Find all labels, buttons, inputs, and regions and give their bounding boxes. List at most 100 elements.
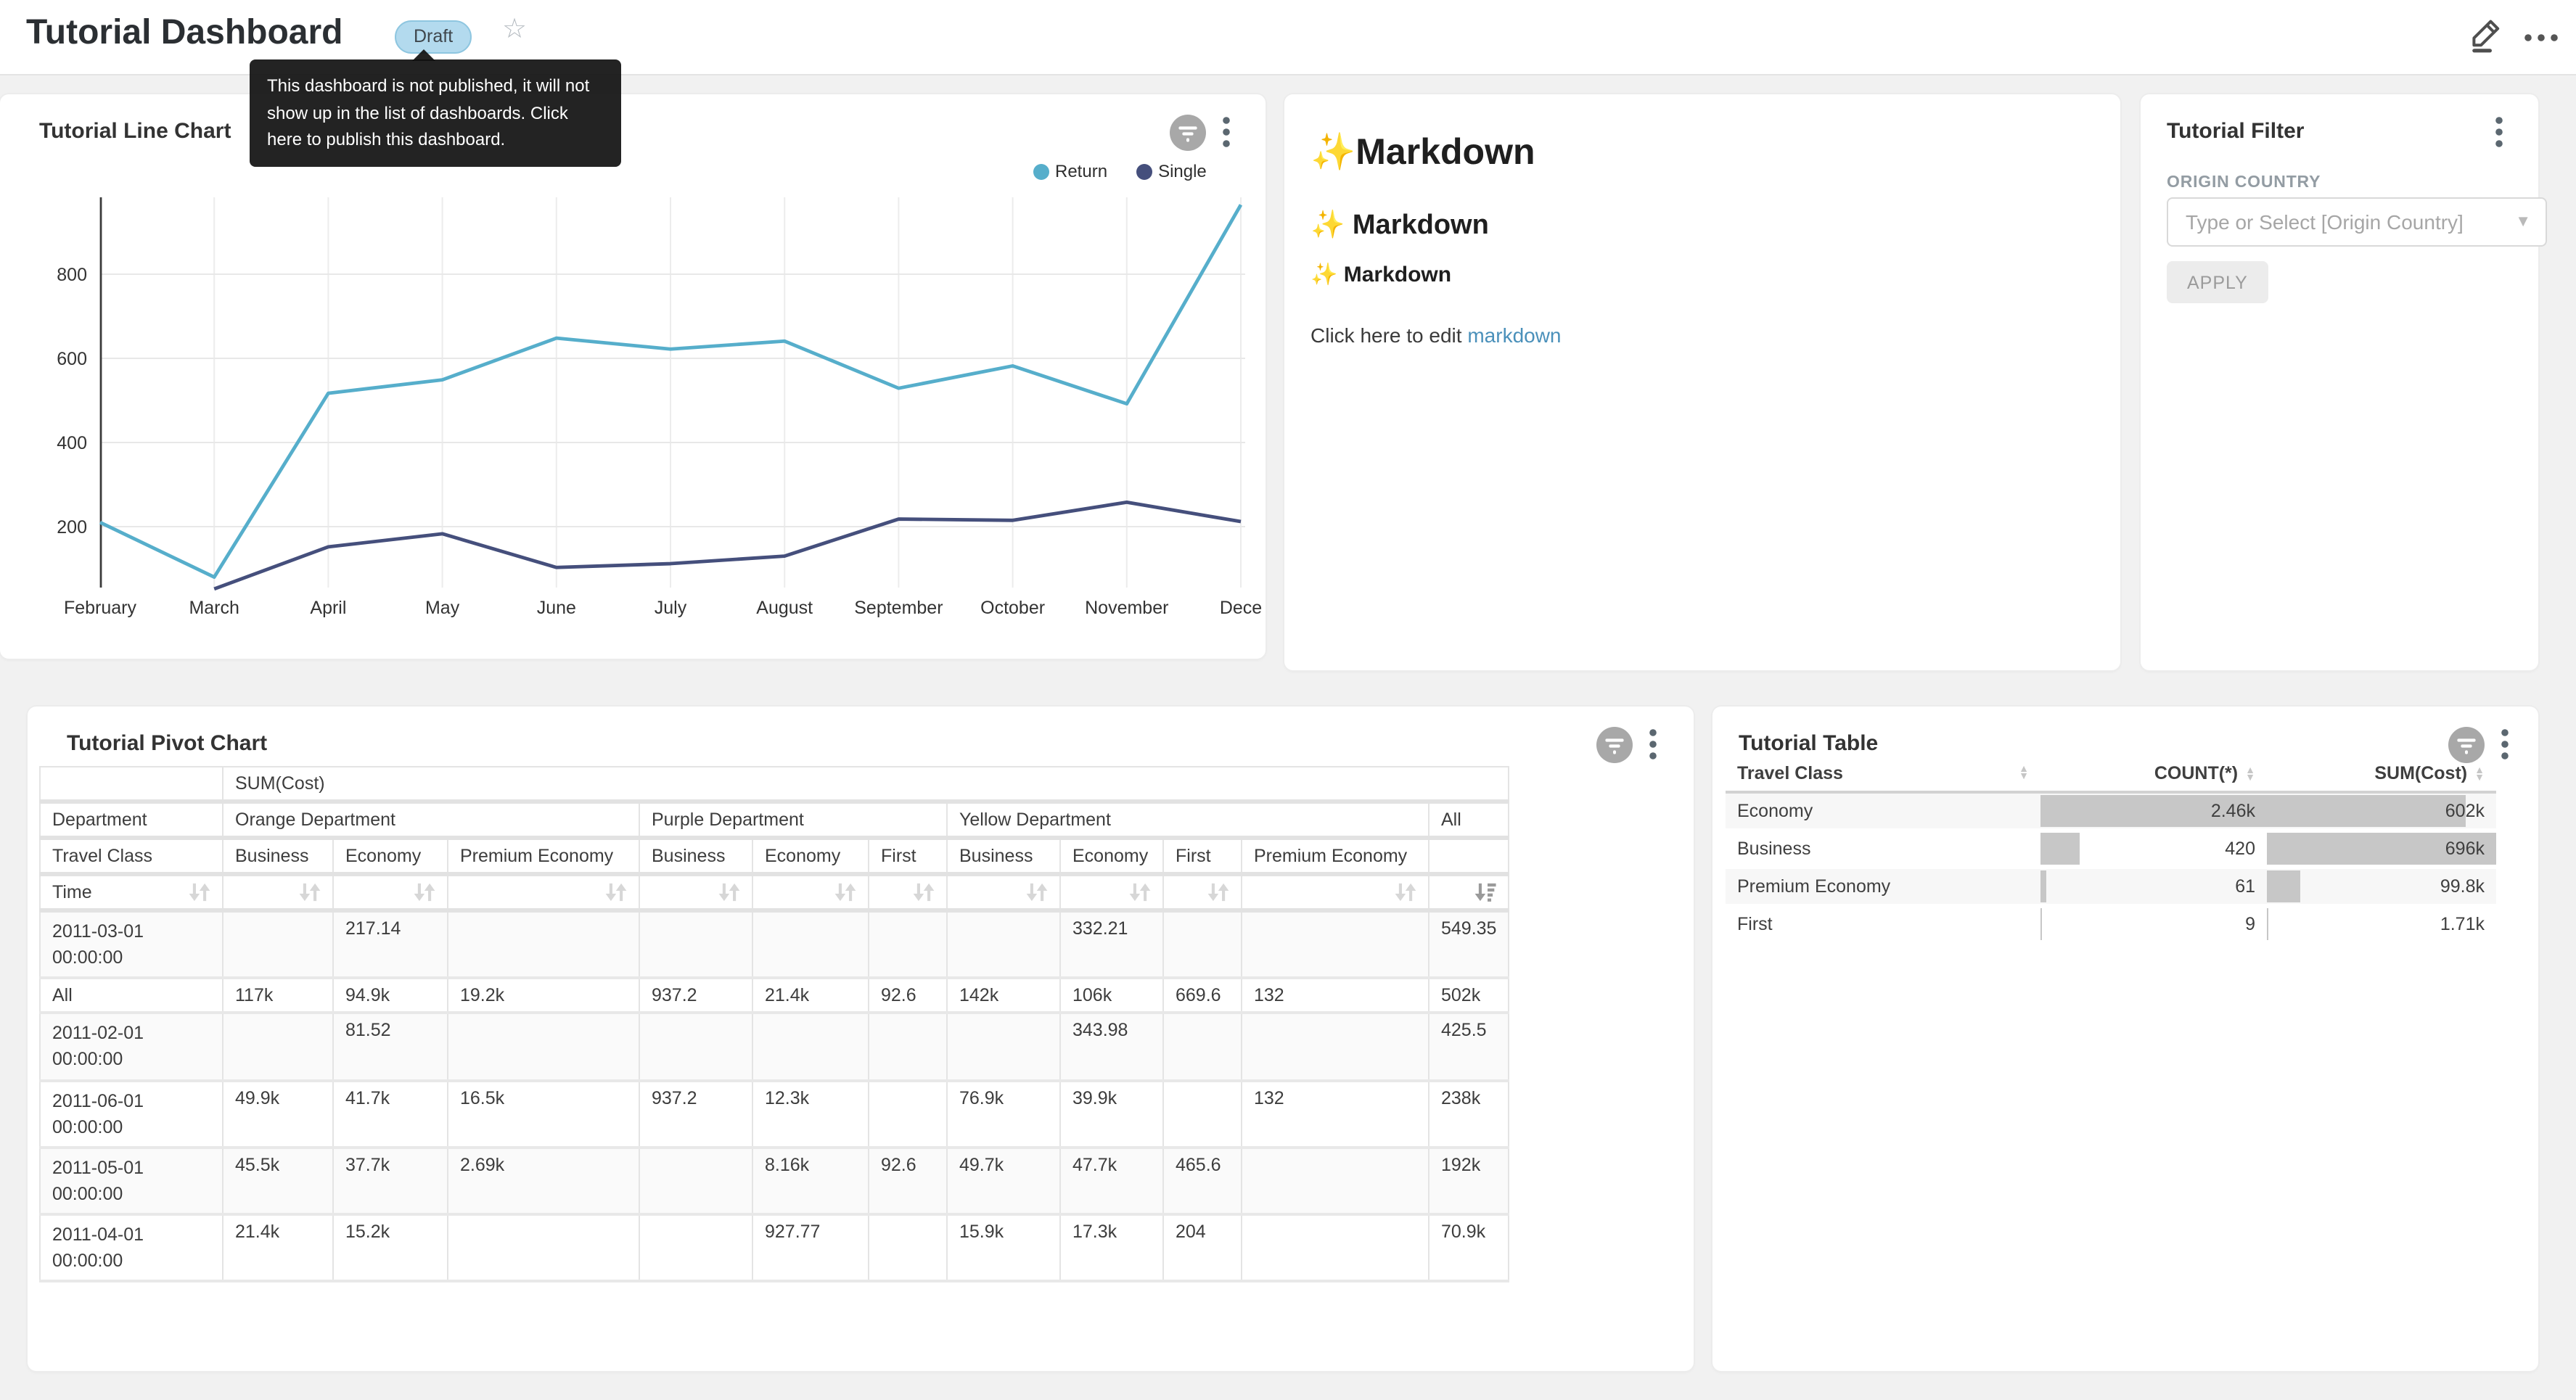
- pivot-cell: 343.98: [1060, 1013, 1163, 1081]
- edit-pencil-icon[interactable]: [2467, 15, 2505, 55]
- pivot-cell: 76.9k: [947, 1080, 1060, 1148]
- sort-icon[interactable]: [913, 882, 935, 902]
- pivot-row: 2011-05-0100:00:0045.5k37.7k2.69k8.16k92…: [40, 1148, 1509, 1215]
- cell-travel-class: Premium Economy: [1726, 868, 2040, 905]
- pivot-col-header: Economy: [1060, 838, 1163, 874]
- sort-icon[interactable]: [1207, 882, 1229, 902]
- chart-legend: Return Single: [1033, 161, 1207, 181]
- pivot-cell: [1242, 1013, 1429, 1081]
- pivot-sort-cell: [752, 874, 869, 910]
- col-header-count[interactable]: COUNT(*)▲▼: [2040, 756, 2267, 792]
- x-tick-label: February: [64, 598, 137, 618]
- x-tick-label: March: [189, 598, 239, 618]
- pivot-cell: 669.6: [1163, 979, 1242, 1013]
- pivot-sort-cell: [333, 874, 448, 910]
- pivot-col-header: First: [869, 838, 947, 874]
- pivot-sort-cell: [223, 874, 333, 910]
- sort-icon[interactable]: [834, 882, 856, 902]
- pivot-cell: [947, 1013, 1060, 1081]
- pivot-chart-panel: Tutorial Pivot Chart SUM(Cost)Department…: [28, 707, 1694, 1371]
- pivot-cell: [639, 910, 752, 979]
- origin-country-select[interactable]: Type or Select [Origin Country] ▼: [2167, 197, 2547, 247]
- pivot-cell: 19.2k: [448, 979, 639, 1013]
- pivot-cell: 16.5k: [448, 1080, 639, 1148]
- line-chart-title: Tutorial Line Chart: [39, 119, 231, 144]
- filter-badge-icon[interactable]: [1170, 115, 1206, 158]
- sort-icon[interactable]: [1026, 882, 1048, 902]
- pivot-sort-cell: [1429, 874, 1509, 910]
- pivot-cell: 502k: [1429, 979, 1509, 1013]
- line-chart-panel: Tutorial Line Chart ReturnSingle 2004006…: [0, 94, 1266, 659]
- col-header-sum[interactable]: SUM(Cost)▲▼: [2267, 756, 2496, 792]
- kebab-menu-icon[interactable]: [2501, 728, 2509, 767]
- y-tick-label: 200: [57, 517, 87, 538]
- series-line-single: [214, 502, 1241, 588]
- favorite-star-icon[interactable]: ☆: [502, 16, 527, 44]
- pivot-cell: 238k: [1429, 1080, 1509, 1148]
- apply-button[interactable]: APPLY: [2167, 261, 2268, 303]
- edit-markdown-link[interactable]: markdown: [1467, 324, 1561, 347]
- cell-count: 9: [2040, 905, 2267, 943]
- filter-panel-title: Tutorial Filter: [2167, 119, 2304, 144]
- pivot-cell: 15.2k: [333, 1214, 448, 1282]
- pivot-row-label: 2011-02-0100:00:00: [40, 1013, 223, 1081]
- pivot-cell: 45.5k: [223, 1148, 333, 1215]
- x-tick-label: August: [756, 598, 813, 618]
- pivot-sort-cell: [947, 874, 1060, 910]
- more-menu-icon[interactable]: [2522, 26, 2560, 41]
- sort-icon[interactable]: [1129, 882, 1151, 902]
- pivot-cell: 217.14: [333, 910, 448, 979]
- table-row: Business 420 696k: [1726, 830, 2496, 868]
- kebab-menu-icon[interactable]: [2495, 116, 2503, 155]
- pivot-cell: 132: [1242, 979, 1429, 1013]
- sort-icon[interactable]: [1395, 882, 1416, 902]
- sort-desc-icon[interactable]: [1474, 882, 1496, 902]
- sort-icon[interactable]: [189, 882, 210, 902]
- pivot-col-header: First: [1163, 838, 1242, 874]
- markdown-panel: ✨Markdown ✨ Markdown ✨ Markdown Click he…: [1284, 94, 2120, 670]
- table-panel: Tutorial Table Travel Class▲▼ COUNT(*)▲▼…: [1712, 707, 2538, 1371]
- table-row: First 9 1.71k: [1726, 905, 2496, 943]
- pivot-measure-label: SUM(Cost): [223, 767, 1509, 802]
- table-row: Economy 2.46k 602k: [1726, 792, 2496, 830]
- sum-bar: [2267, 795, 2465, 827]
- pivot-cell: [223, 910, 333, 979]
- pivot-col-header: Business: [947, 838, 1060, 874]
- pivot-group-header: Orange Department: [223, 802, 639, 838]
- pivot-cell: 465.6: [1163, 1148, 1242, 1215]
- dashboard-page: Tutorial Dashboard Draft ☆ This dashboar…: [0, 0, 2576, 1400]
- legend-item-return[interactable]: Return: [1033, 161, 1107, 181]
- kebab-menu-icon[interactable]: [1222, 116, 1231, 155]
- pivot-group-header: Yellow Department: [947, 802, 1429, 838]
- pivot-group-header: Purple Department: [639, 802, 947, 838]
- pivot-row: 2011-06-0100:00:0049.9k41.7k16.5k937.212…: [40, 1080, 1509, 1148]
- legend-item-single[interactable]: Single: [1136, 161, 1207, 181]
- sum-bar: [2267, 870, 2300, 902]
- x-tick-label: October: [980, 598, 1045, 618]
- pivot-cell: [869, 910, 947, 979]
- sort-icon[interactable]: [299, 882, 321, 902]
- pivot-cell: 204: [1163, 1214, 1242, 1282]
- table-panel-title: Tutorial Table: [1739, 731, 1878, 756]
- pivot-cell: 49.7k: [947, 1148, 1060, 1215]
- sort-icon[interactable]: [414, 882, 435, 902]
- sort-caret-icon: ▲▼: [2019, 766, 2029, 781]
- x-tick-label: September: [854, 598, 943, 618]
- pivot-col-header: Premium Economy: [1242, 838, 1429, 874]
- col-header-travel-class[interactable]: Travel Class▲▼: [1726, 756, 2040, 792]
- pivot-cell: [448, 910, 639, 979]
- filter-panel: Tutorial Filter ORIGIN COUNTRY Type or S…: [2141, 94, 2538, 670]
- y-tick-label: 800: [57, 265, 87, 285]
- pivot-cell: 41.7k: [333, 1080, 448, 1148]
- sort-icon[interactable]: [718, 882, 740, 902]
- count-bar: [2040, 908, 2041, 940]
- pivot-cell: [448, 1013, 639, 1081]
- pivot-cell: 70.9k: [1429, 1214, 1509, 1282]
- pivot-cell: 425.5: [1429, 1013, 1509, 1081]
- sort-icon[interactable]: [605, 882, 627, 902]
- filter-badge-icon[interactable]: [1596, 727, 1633, 770]
- pivot-cell: [639, 1148, 752, 1215]
- kebab-menu-icon[interactable]: [1649, 728, 1657, 767]
- pivot-cell: [639, 1013, 752, 1081]
- pivot-col-header: Premium Economy: [448, 838, 639, 874]
